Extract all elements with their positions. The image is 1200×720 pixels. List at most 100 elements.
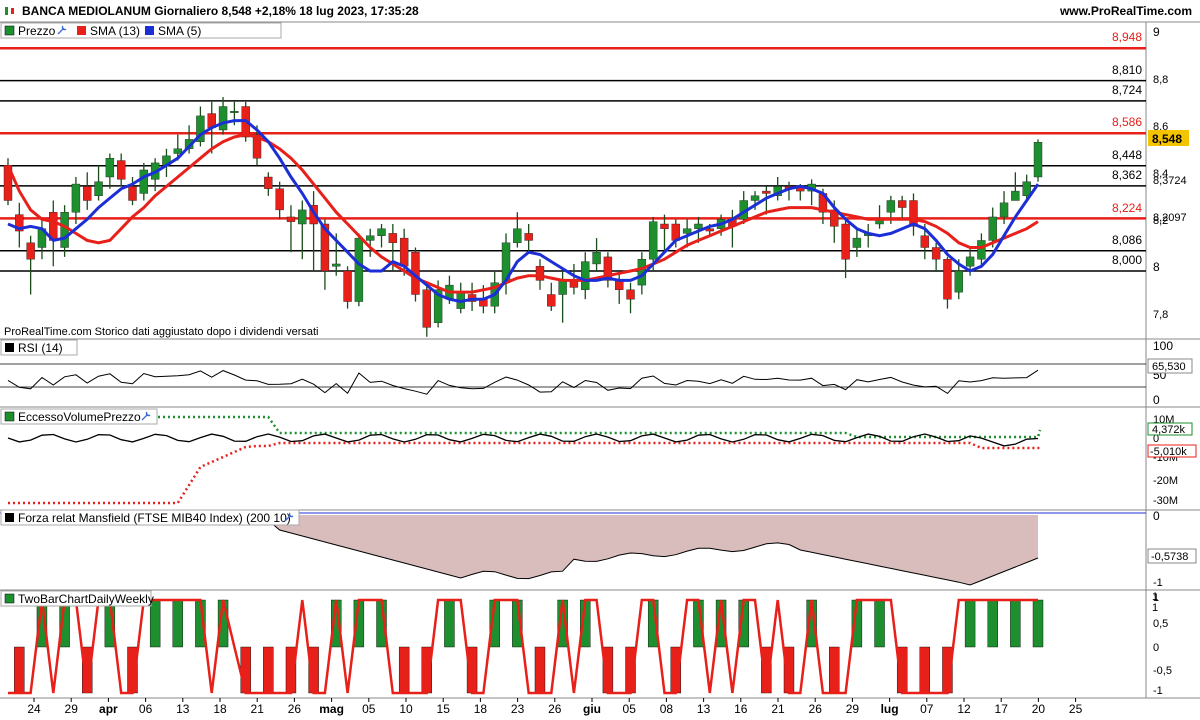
candle — [37, 219, 47, 260]
candle — [603, 252, 613, 288]
twobar-bar — [240, 646, 251, 694]
legend-sma5: SMA (5) — [158, 24, 201, 38]
x-tick-label: 13 — [697, 702, 711, 716]
twobar-bar — [919, 646, 931, 694]
x-tick-label: lug — [881, 702, 899, 716]
candle — [354, 233, 364, 307]
price-legend: Prezzo SMA (13) SMA (5) — [0, 22, 282, 39]
x-tick-label: 17 — [995, 702, 1009, 716]
candle — [773, 177, 782, 201]
candle — [524, 224, 533, 253]
candle — [1033, 139, 1043, 182]
mansfield-panel: Forza relat Mansfield (FTSE MIB40 Index)… — [0, 509, 1197, 589]
legend-prezzo: Prezzo — [18, 24, 56, 38]
level-label-8448: 8,448 — [1112, 148, 1142, 162]
candle — [94, 165, 103, 201]
candle — [897, 195, 907, 220]
x-tick-label: 21 — [251, 702, 265, 716]
candle — [26, 235, 35, 295]
candle — [422, 282, 431, 337]
price-tick-9: 9 — [1153, 25, 1160, 39]
price-y-axis: 9 8,8 8,6 8,4 8,2 8 7,8 8,548 8,3724 8,2… — [1148, 25, 1189, 321]
candle — [943, 256, 952, 309]
twobar-bar — [964, 599, 976, 648]
x-tick-label: 26 — [288, 702, 302, 716]
x-tick-label: 21 — [771, 702, 785, 716]
candle — [377, 224, 386, 248]
candle — [615, 271, 624, 304]
candle — [931, 242, 941, 271]
legend-sma13: SMA (13) — [90, 24, 140, 38]
candle — [71, 177, 81, 224]
level-label-8000: 8,000 — [1112, 253, 1142, 267]
candle — [875, 205, 884, 229]
sma13-swatch — [77, 26, 86, 35]
twobar-bar — [14, 646, 25, 694]
twobar-bar — [172, 599, 183, 648]
volume-value-green: 4,372k — [1152, 424, 1186, 436]
sma5-value-label: 8,3724 — [1153, 175, 1187, 187]
x-tick-label: 10 — [399, 702, 413, 716]
twobar-bar — [149, 599, 161, 648]
price-tick-8-8: 8,8 — [1153, 74, 1168, 86]
chart-canvas[interactable]: 8,948 8,810 8,724 8,586 8,448 8,362 8,22… — [0, 0, 1200, 720]
volume-value-red: -5,010k — [1150, 446, 1187, 458]
rsi-label: RSI (14) — [18, 341, 63, 355]
candle — [49, 200, 58, 267]
twobar-bar — [987, 599, 998, 648]
x-tick-label: 12 — [957, 702, 971, 716]
twobar-panel: TwoBarChartDailyWeekly 1 0,5 0 -0,5 -1 1… — [0, 590, 1172, 697]
candle — [547, 282, 556, 311]
x-tick-label: 29 — [65, 702, 79, 716]
x-tick-label: mag — [319, 702, 344, 716]
x-tick-label: 26 — [809, 702, 823, 716]
volume-tick-m20m: -20M — [1153, 475, 1178, 487]
candle — [15, 202, 24, 248]
watermark-text: ProRealTime.com Storico dati aggiustato … — [4, 326, 318, 338]
horizontal-levels — [0, 46, 1146, 272]
candle — [456, 282, 465, 314]
level-label-8086: 8,086 — [1112, 233, 1142, 247]
candle — [83, 172, 92, 210]
x-tick-label: 18 — [213, 702, 227, 716]
rsi-value: 65,530 — [1152, 361, 1186, 373]
level-label-8724: 8,724 — [1112, 83, 1142, 97]
twobar-bar — [263, 646, 274, 694]
x-tick-label: giu — [583, 702, 601, 716]
volume-label: EccessoVolumePrezzo — [18, 410, 141, 424]
twobar-bar — [534, 646, 546, 694]
candle — [841, 219, 850, 279]
sma5-swatch — [145, 26, 154, 35]
candle — [581, 252, 590, 300]
twobar-bar — [1010, 599, 1021, 648]
x-tick-label: 23 — [511, 702, 525, 716]
candle — [196, 106, 205, 147]
x-tick-label: 24 — [27, 702, 41, 716]
candle — [592, 238, 601, 271]
candle — [286, 205, 296, 253]
candle — [864, 224, 873, 248]
candle — [626, 282, 635, 314]
candle — [60, 205, 69, 257]
rsi-panel: RSI (14) 100 50 0 65,530 — [0, 339, 1193, 407]
candle — [105, 153, 115, 189]
x-tick-label: 18 — [474, 702, 488, 716]
candle — [909, 193, 918, 236]
x-tick-label: 26 — [548, 702, 562, 716]
x-tick-label: 08 — [660, 702, 674, 716]
sma13-value-label: 8,2097 — [1153, 212, 1187, 224]
x-axis: 24 29 apr 06 13 18 21 26 mag 05 10 15 18 23 26 giu 05 08 1… — [27, 698, 1083, 716]
x-tick-label: apr — [99, 702, 118, 716]
x-tick-label: 16 — [734, 702, 748, 716]
candle — [343, 266, 352, 309]
candle — [660, 214, 669, 253]
level-labels: 8,948 8,810 8,724 8,586 8,448 8,362 8,22… — [1112, 30, 1142, 267]
price-tick-8: 8 — [1153, 260, 1160, 274]
twobar-bar — [444, 599, 455, 648]
current-price-label: 8,548 — [1152, 132, 1182, 146]
twobar-bar — [829, 646, 840, 694]
level-label-8810: 8,810 — [1112, 63, 1142, 77]
twobar-tick-m1: -1 — [1153, 685, 1163, 697]
candle — [264, 172, 273, 196]
candle — [467, 282, 477, 311]
